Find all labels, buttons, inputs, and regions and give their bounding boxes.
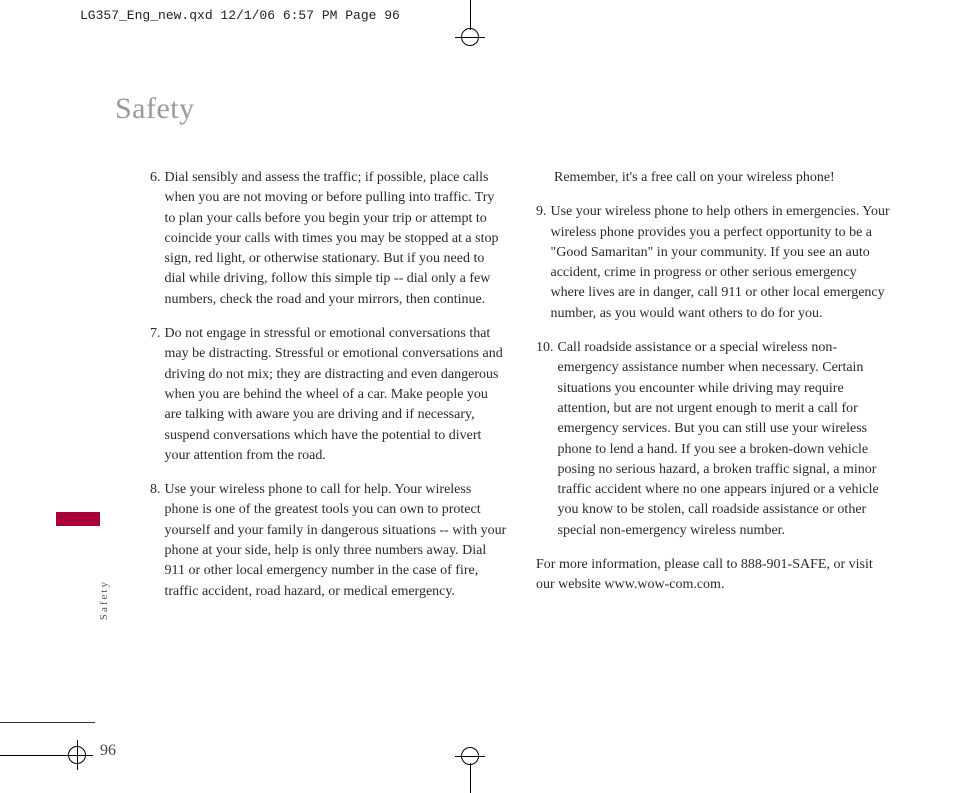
list-item: 7. Do not engage in stressful or emotion… [150, 324, 508, 466]
column-right: Remember, it's a free call on your wirel… [536, 168, 894, 616]
item-text: Call roadside assistance or a special wi… [558, 338, 895, 541]
item-text: Use your wireless phone to call for help… [165, 480, 509, 602]
item-text: Do not engage in stressful or emotional … [165, 324, 509, 466]
footer-rule [0, 722, 95, 723]
item-number: 10. [536, 338, 558, 541]
page-title: Safety [115, 92, 195, 126]
item-text: Use your wireless phone to help others i… [551, 202, 895, 324]
side-tab-marker [56, 512, 100, 526]
remember-line: Remember, it's a free call on your wirel… [536, 168, 894, 188]
list-item: 10. Call roadside assistance or a specia… [536, 338, 894, 541]
prepress-slug: LG357_Eng_new.qxd 12/1/06 6:57 PM Page 9… [80, 8, 400, 23]
crop-mark-left [0, 740, 110, 770]
body-content: 6. Dial sensibly and assess the traffic;… [150, 168, 894, 616]
item-number: 7. [150, 324, 165, 466]
page-number: 96 [100, 742, 116, 760]
column-left: 6. Dial sensibly and assess the traffic;… [150, 168, 508, 616]
item-number: 6. [150, 168, 165, 310]
list-item: 9. Use your wireless phone to help other… [536, 202, 894, 324]
closing-paragraph: For more information, please call to 888… [536, 555, 894, 596]
item-text: Dial sensibly and assess the traffic; if… [165, 168, 509, 310]
item-number: 9. [536, 202, 551, 324]
item-number: 8. [150, 480, 165, 602]
side-section-label: Safety [98, 580, 110, 620]
crop-mark-top [455, 0, 485, 52]
crop-mark-bottom [455, 741, 485, 793]
list-item: 6. Dial sensibly and assess the traffic;… [150, 168, 508, 310]
list-item: 8. Use your wireless phone to call for h… [150, 480, 508, 602]
